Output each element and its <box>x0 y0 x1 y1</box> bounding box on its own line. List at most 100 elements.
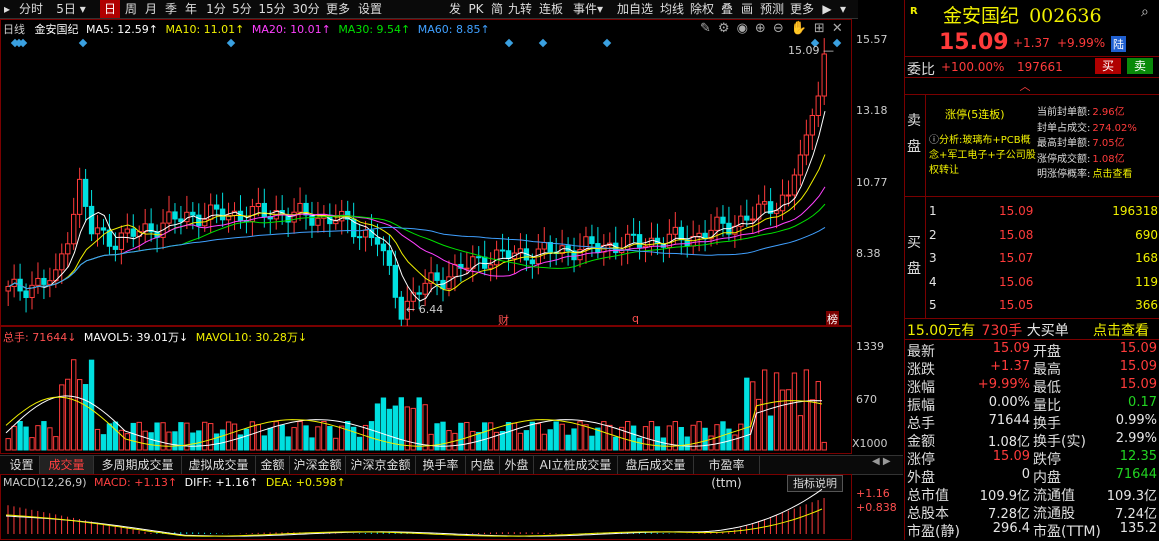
macd-chart[interactable] <box>0 474 852 540</box>
indicator-tab[interactable]: 外盘 <box>500 456 534 474</box>
kline-chart[interactable] <box>0 19 852 326</box>
simple-button[interactable]: 简 <box>488 0 506 18</box>
pk-button[interactable]: PK <box>466 0 486 18</box>
indicator-tab[interactable]: 盘后成交量 <box>618 456 694 474</box>
volume-bar <box>756 398 762 451</box>
tab-5min[interactable]: 5分 <box>230 0 254 18</box>
draw-button[interactable]: 画 <box>738 0 756 18</box>
limit-stat-row: 当前封单额: 2.96亿 <box>1037 105 1159 121</box>
indicator-tab[interactable]: 沪深金额 <box>290 456 346 474</box>
limit-stat-key: 最高封单额: <box>1037 138 1091 149</box>
candle-body <box>541 241 547 250</box>
big-buy-label: 大买单 <box>1026 323 1069 339</box>
indicator-tab[interactable]: 换手率 <box>416 456 466 474</box>
forecast-button[interactable]: 预测 <box>758 0 786 18</box>
candle-body <box>309 214 315 226</box>
candle-body <box>476 256 482 259</box>
bid-row[interactable]: 3 15.07 168 <box>927 248 1159 272</box>
volume-bar <box>213 433 220 451</box>
tab-1min[interactable]: 1分 <box>204 0 228 18</box>
stat-key: 涨跌 <box>907 362 935 378</box>
tab-intraday[interactable]: 分时 <box>14 0 48 18</box>
collapse-icon[interactable]: ︿ <box>1013 78 1037 93</box>
tab-monthly[interactable]: 月 <box>142 0 160 18</box>
event-diamond <box>538 38 548 48</box>
q-marker[interactable]: q <box>632 312 639 325</box>
indicator-tab[interactable]: 多周期成交量 <box>94 456 182 474</box>
lianban-button[interactable]: 连板 <box>536 0 566 18</box>
bid-row[interactable]: 1 15.09 196318 <box>927 201 1159 225</box>
more-periods-button[interactable]: 更多 <box>324 0 352 18</box>
macd-ytick: +0.838 <box>856 501 897 514</box>
tab-daily[interactable]: 日 <box>100 0 120 18</box>
scroll-left-icon[interactable]: ◀ <box>872 456 880 467</box>
volume-bar <box>779 389 786 451</box>
big-buy-link[interactable]: 点击查看 <box>1093 320 1149 340</box>
overlay-button[interactable]: 叠 <box>718 0 736 18</box>
dragon-list-marker[interactable]: 榜 <box>826 311 839 327</box>
volume-bar <box>571 428 577 451</box>
stat-key: 涨幅 <box>907 380 935 396</box>
volume-bar <box>196 430 202 451</box>
bid-price: 15.06 <box>999 274 1034 289</box>
add-watchlist-button[interactable]: 加自选 <box>614 0 656 18</box>
candle-body <box>202 218 208 227</box>
candle-body <box>166 211 172 224</box>
indicator-tab[interactable]: 沪深京金额 <box>346 456 416 474</box>
post-button[interactable]: 发 <box>446 0 464 18</box>
buy-button[interactable]: 买 <box>1095 58 1121 74</box>
volume-bar <box>726 428 732 451</box>
next-icon[interactable]: ▶ <box>820 0 834 18</box>
volume-bar <box>613 436 619 451</box>
volume-bar <box>303 425 309 451</box>
limit-stat-value[interactable]: 点击查看 <box>1092 169 1132 180</box>
bid-row[interactable]: 4 15.06 119 <box>927 272 1159 296</box>
volume-bar <box>82 384 89 451</box>
tab-yearly[interactable]: 年 <box>182 0 200 18</box>
exright-button[interactable]: 除权 <box>688 0 716 18</box>
events-dropdown[interactable]: 事件▾ <box>568 0 608 18</box>
settings-button[interactable]: 设置 <box>356 0 384 18</box>
tab-quarterly[interactable]: 季 <box>162 0 180 18</box>
search-icon[interactable]: ⌕ <box>1141 4 1149 20</box>
tab-weekly[interactable]: 周 <box>122 0 140 18</box>
dropdown-icon[interactable]: ▾ <box>836 0 850 18</box>
indicator-tab[interactable]: 虚拟成交量 <box>182 456 256 474</box>
stat-value: 1.08亿 <box>988 435 1030 450</box>
volume-bar <box>219 429 226 451</box>
indicator-tab[interactable]: 内盘 <box>466 456 500 474</box>
stat-value: 296.4 <box>992 521 1030 536</box>
indicator-tab[interactable]: 金额 <box>256 456 290 474</box>
stat-row: 涨跌 +1.37 最高 15.09 <box>905 359 1159 378</box>
volume-bar <box>541 433 547 451</box>
menu-icon[interactable]: ▸ <box>2 0 12 18</box>
bid-row[interactable]: 5 15.05 366 <box>927 295 1159 319</box>
indicator-tab[interactable]: 设置 <box>4 456 40 474</box>
indicator-tab[interactable]: AI立桩成交量 <box>534 456 618 474</box>
candle-body <box>493 249 500 266</box>
kline-ytick: 15.57 <box>856 33 888 46</box>
limit-stat-key: 当前封单额: <box>1037 107 1091 118</box>
indicator-tab[interactable]: 成交量 <box>40 456 94 474</box>
volume-bar <box>464 421 470 451</box>
tab-30min[interactable]: 30分 <box>290 0 322 18</box>
limit-stat-row[interactable]: 明涨停概率: 点击查看 <box>1037 167 1159 183</box>
indicator-tab[interactable]: 市盈率(ttm) <box>694 456 760 490</box>
tab-5day[interactable]: 5日 ▾ <box>50 0 92 18</box>
volume-bar <box>333 437 339 451</box>
jiuzhuan-button[interactable]: 九转 <box>506 0 534 18</box>
sell-button[interactable]: 卖 <box>1127 58 1153 74</box>
bid-price: 15.07 <box>999 251 1034 265</box>
volume-bar <box>279 424 285 451</box>
candle-body <box>750 218 756 221</box>
tab-15min[interactable]: 15分 <box>256 0 288 18</box>
volume-bar <box>654 426 661 451</box>
bid-row[interactable]: 2 15.08 690 <box>927 225 1159 249</box>
volume-bar <box>750 381 756 451</box>
candle-body <box>255 202 262 208</box>
event-diamond <box>78 38 88 48</box>
volume-chart[interactable] <box>0 326 852 454</box>
ma-button[interactable]: 均线 <box>658 0 686 18</box>
scroll-right-icon[interactable]: ▶ <box>883 456 891 467</box>
more-tools-button[interactable]: 更多 <box>788 0 816 18</box>
